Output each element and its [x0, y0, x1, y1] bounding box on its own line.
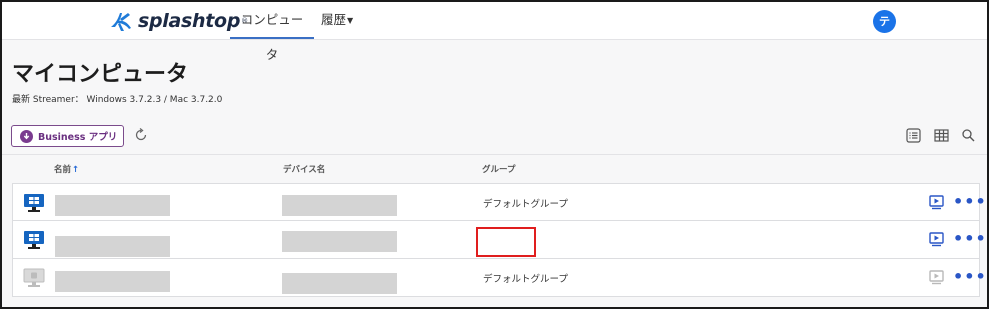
column-header-name-label: 名前 [54, 165, 72, 175]
table-header: 名前↑ デバイス名 グループ [2, 154, 987, 182]
grid-view-icon[interactable] [934, 128, 949, 143]
list-view-icon[interactable] [906, 128, 921, 143]
business-app-button[interactable]: Business アプリ [11, 125, 124, 147]
windows-monitor-icon [24, 231, 44, 249]
group-name: デフォルトグループ [483, 274, 568, 285]
tab-computers-label: コンピュータ [240, 12, 304, 62]
tab-history-label: 履歴 [321, 12, 347, 27]
column-header-name[interactable]: 名前↑ [54, 163, 79, 175]
page-title: マイコンピュータ [12, 62, 189, 87]
table-row[interactable]: デフォルトグループ ••• [12, 259, 986, 297]
streamer-version-info: 最新 Streamer： Windows 3.7.2.3 / Mac 3.7.2… [12, 95, 223, 105]
remote-connect-icon[interactable] [929, 195, 944, 210]
remote-connect-icon[interactable] [929, 232, 944, 247]
computer-name-redacted [55, 195, 170, 216]
download-circle-icon [20, 129, 33, 143]
sort-arrow-up-icon: ↑ [72, 165, 80, 175]
more-options-icon[interactable]: ••• [953, 267, 987, 286]
windows-monitor-icon [24, 194, 44, 212]
computer-name-redacted [55, 271, 170, 292]
device-name-redacted [282, 273, 397, 294]
highlight-box [476, 227, 536, 257]
business-app-label: Business アプリ [38, 132, 118, 143]
top-nav: splashtop ® コンピュータ 履歴▼ テ [2, 2, 987, 62]
user-avatar[interactable]: テ [873, 10, 896, 33]
tab-history[interactable]: 履歴▼ [315, 2, 359, 39]
computer-name-redacted [55, 236, 170, 257]
group-name: デフォルトグループ [483, 199, 568, 210]
brand-name: splashtop [138, 10, 241, 32]
device-name-redacted [282, 231, 397, 252]
refresh-icon[interactable] [133, 127, 149, 143]
more-options-icon[interactable]: ••• [953, 229, 987, 248]
remote-connect-disabled-icon [929, 270, 944, 285]
more-options-icon[interactable]: ••• [953, 192, 987, 211]
table-row[interactable]: デフォルトグループ ••• [12, 183, 986, 221]
tab-computers[interactable]: コンピュータ [230, 2, 314, 62]
splashtop-logo[interactable]: splashtop ® [108, 8, 248, 34]
column-header-device-name[interactable]: デバイス名 [283, 163, 325, 175]
device-name-redacted [282, 195, 397, 216]
chevron-down-icon: ▼ [347, 16, 354, 25]
splashtop-logo-icon [111, 13, 131, 31]
column-header-group[interactable]: グループ [482, 163, 516, 175]
search-icon[interactable] [961, 128, 976, 143]
monitor-offline-icon [23, 268, 45, 287]
